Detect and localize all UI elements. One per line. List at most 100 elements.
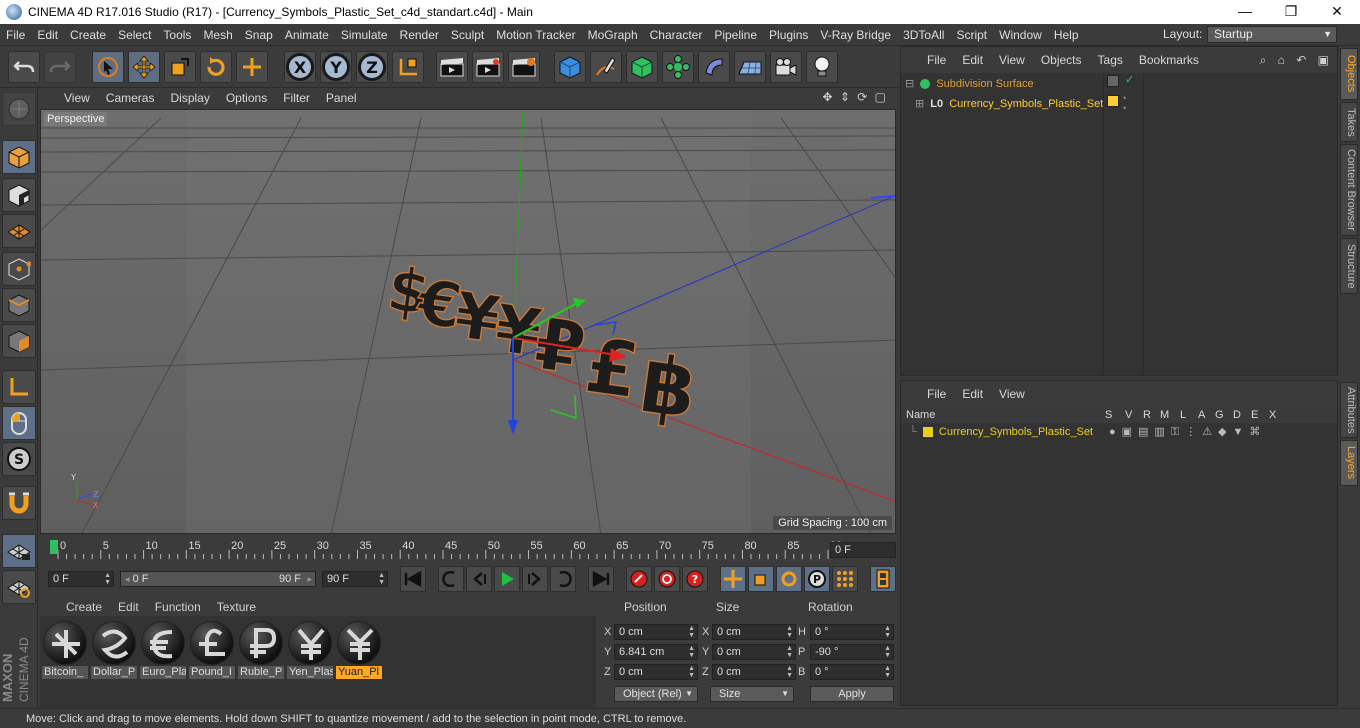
spinner-icon[interactable]: ▲ ▼ (786, 665, 793, 679)
floor-button[interactable] (734, 51, 766, 83)
menu-tools[interactable]: Tools (157, 24, 197, 46)
size-mode-dropdown[interactable]: Size ▼ (710, 686, 794, 702)
tab-objects[interactable]: Objects (1340, 48, 1358, 100)
maximize-button[interactable]: ❐ (1268, 0, 1314, 24)
material-menu-function[interactable]: Function (147, 600, 209, 614)
current-frame-field[interactable]: 0 F (830, 542, 896, 558)
menu-motion-tracker[interactable]: Motion Tracker (490, 24, 581, 46)
material-dollar[interactable]: Dollar_P (91, 620, 137, 680)
menu-select[interactable]: Select (112, 24, 157, 46)
rotation-h-field[interactable]: 0 ° ▲ ▼ (810, 624, 894, 640)
perspective-viewport[interactable]: $ € ¥ ¥ ₽ £ ฿ Y Z X Perspecti (40, 109, 896, 534)
key-rotation-button[interactable] (776, 566, 802, 592)
keyframe-selection-button[interactable]: ? (682, 566, 708, 592)
object-row-subdivision-surface[interactable]: ⊟ Subdivision Surface (905, 75, 1034, 93)
workplane-axis-button[interactable] (2, 570, 36, 604)
menu-edit[interactable]: Edit (31, 24, 64, 46)
key-parameter-button[interactable]: P (804, 566, 830, 592)
layer-row[interactable]: └ Currency_Symbols_Plastic_Set (909, 423, 1093, 441)
deformer-button[interactable] (698, 51, 730, 83)
col-manager[interactable]: M (1160, 407, 1169, 423)
magnet-button[interactable] (2, 486, 36, 520)
model-mode-button[interactable] (2, 140, 36, 174)
collapse-icon[interactable]: ⊟ (905, 78, 914, 90)
col-name[interactable]: Name (906, 407, 935, 423)
position-z-field[interactable]: 0 cm ▲ ▼ (614, 664, 698, 680)
menu-vray-bridge[interactable]: V-Ray Bridge (814, 24, 897, 46)
menu-render[interactable]: Render (394, 24, 445, 46)
render-settings-button[interactable] (508, 51, 540, 83)
start-frame-field[interactable]: 0 F ▲ ▼ (48, 571, 114, 587)
previous-key-button[interactable] (438, 566, 464, 592)
size-y-field[interactable]: 0 cm ▲ ▼ (712, 644, 796, 660)
object-manager-tool-icons[interactable]: ⌕ ⌂ ↶ ▣ (1260, 53, 1333, 68)
layout-dropdown[interactable]: Startup ▼ (1207, 26, 1337, 43)
end-frame-field[interactable]: 90 F ▲ ▼ (322, 571, 388, 587)
menu-pipeline[interactable]: Pipeline (708, 24, 763, 46)
next-frame-button[interactable] (522, 566, 548, 592)
play-button[interactable] (494, 566, 520, 592)
position-x-field[interactable]: 0 cm ▲ ▼ (614, 624, 698, 640)
record-active-objects-button[interactable] (626, 566, 652, 592)
col-xrefs[interactable]: X (1269, 407, 1276, 423)
col-expressions[interactable]: E (1251, 407, 1258, 423)
recent-tool-button[interactable] (236, 51, 268, 83)
cloner-button[interactable] (662, 51, 694, 83)
coordinate-mode-dropdown[interactable]: Object (Rel) ▼ (614, 686, 698, 702)
menu-file[interactable]: File (0, 24, 31, 46)
workplane-mode-button[interactable] (2, 214, 36, 248)
render-view-button[interactable] (436, 51, 468, 83)
key-scale-button[interactable] (748, 566, 774, 592)
tab-attributes[interactable]: Attributes (1340, 382, 1358, 438)
go-to-start-button[interactable] (400, 566, 426, 592)
material-ruble[interactable]: Ruble_P (238, 620, 284, 680)
material-yuan[interactable]: Yuan_Pl (336, 620, 382, 680)
coordinate-system-button[interactable] (392, 51, 424, 83)
menu-simulate[interactable]: Simulate (335, 24, 394, 46)
subdivision-surface-button[interactable] (626, 51, 658, 83)
col-generators[interactable]: G (1215, 407, 1224, 423)
size-z-field[interactable]: 0 cm ▲ ▼ (712, 664, 796, 680)
axis-mode-button[interactable] (2, 370, 36, 404)
viewport-menu-view[interactable]: View (56, 91, 98, 105)
spinner-icon[interactable]: ▲ ▼ (786, 625, 793, 639)
layer-flag-icons[interactable]: ●▣▤▥⚿⋮⚠◆▼⌘ (1109, 425, 1266, 439)
preview-range-slider[interactable]: ◂ 0 F 90 F ▸ (120, 571, 316, 587)
z-axis-lock-button[interactable]: Z (356, 51, 388, 83)
object-row-currency-set[interactable]: ⊞ L0 Currency_Symbols_Plastic_Set (915, 95, 1103, 113)
redo-button[interactable] (44, 51, 76, 83)
menu-script[interactable]: Script (950, 24, 993, 46)
spinner-icon[interactable]: ▲ ▼ (688, 665, 695, 679)
expand-icon[interactable]: ⊞ (915, 98, 924, 110)
workplane-lock-button[interactable] (2, 534, 36, 568)
camera-button[interactable] (770, 51, 802, 83)
polygons-mode-button[interactable] (2, 324, 36, 358)
spinner-icon[interactable]: ▲ ▼ (884, 625, 891, 639)
rotation-p-field[interactable]: -90 ° ▲ ▼ (810, 644, 894, 660)
material-euro[interactable]: Euro_Pla (140, 620, 186, 680)
go-to-end-button[interactable] (588, 566, 614, 592)
menu-sculpt[interactable]: Sculpt (445, 24, 490, 46)
minimize-button[interactable]: — (1222, 0, 1268, 24)
tab-layers[interactable]: Layers (1340, 440, 1358, 486)
spinner-icon[interactable]: ▲ ▼ (688, 645, 695, 659)
visibility-dots-icon[interactable]: • • (1123, 93, 1126, 113)
viewport-navigation-icons[interactable]: ✥ ⇕ ⟳ ▢ (822, 90, 888, 104)
points-mode-button[interactable] (2, 252, 36, 286)
viewport-menu-filter[interactable]: Filter (275, 91, 318, 105)
col-deformers[interactable]: D (1233, 407, 1241, 423)
rotate-tool-button[interactable] (200, 51, 232, 83)
layer-color-swatch[interactable] (1107, 95, 1119, 107)
close-button[interactable]: ✕ (1314, 0, 1360, 24)
render-picture-viewer-button[interactable] (472, 51, 504, 83)
timeline[interactable]: 051015202530354045505560657075808590 (40, 536, 898, 562)
viewport-menu-panel[interactable]: Panel (318, 91, 365, 105)
menu-plugins[interactable]: Plugins (763, 24, 814, 46)
light-button[interactable] (806, 51, 838, 83)
key-position-button[interactable] (720, 566, 746, 592)
viewport-menu-cameras[interactable]: Cameras (98, 91, 163, 105)
move-tool-button[interactable] (128, 51, 160, 83)
menu-mesh[interactable]: Mesh (197, 24, 238, 46)
layers-menu-view[interactable]: View (991, 387, 1033, 401)
tab-takes[interactable]: Takes (1340, 102, 1358, 142)
